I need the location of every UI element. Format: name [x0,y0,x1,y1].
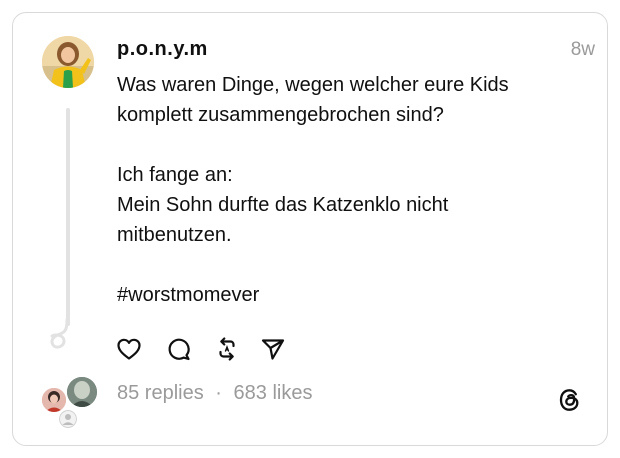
heart-icon[interactable] [116,336,142,362]
share-icon[interactable] [260,336,286,362]
author-avatar[interactable] [42,36,94,88]
post-line: komplett zusammengebrochen sind? [117,104,444,126]
timestamp[interactable]: 8w [571,39,595,61]
repost-icon[interactable] [214,336,240,362]
post-stats: 85 replies · 683 likes [117,382,312,405]
hashtag-link[interactable]: #worstmomever [117,280,587,310]
replies-count[interactable]: 85 replies [117,382,204,404]
likes-count[interactable]: 683 likes [234,382,313,404]
post-line: Mein Sohn durfte das Katzenklo nicht [117,194,449,216]
thread-curl-icon [50,318,69,349]
post-text: Was waren Dinge, wegen welcher eure Kids… [117,70,587,310]
thread-line [66,108,70,326]
post-line: Ich fange an: [117,164,233,186]
post-line: mitbenutzen. [117,224,232,246]
threads-logo-icon[interactable] [557,387,583,413]
reply-avatar [59,410,77,428]
stats-separator: · [215,382,222,404]
post-line: Was waren Dinge, wegen welcher eure Kids [117,74,509,96]
comment-icon[interactable] [166,336,192,362]
username[interactable]: p.o.n.y.m [117,38,208,61]
reply-avatar [67,377,97,407]
